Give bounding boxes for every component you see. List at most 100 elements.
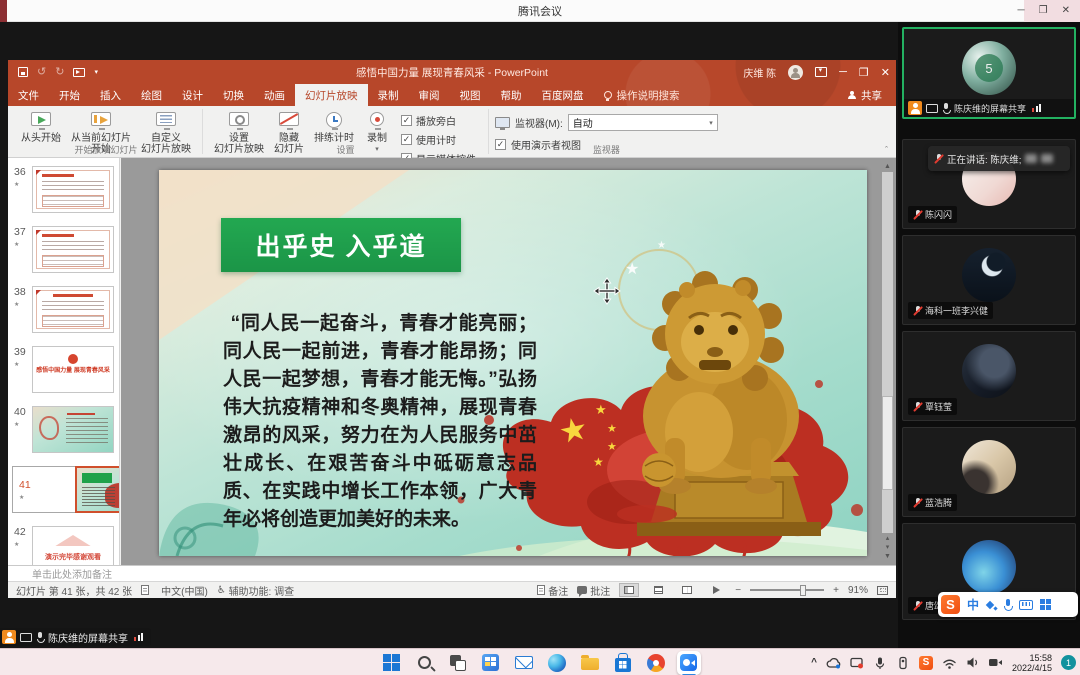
- tab-animations[interactable]: 动画: [254, 84, 295, 106]
- slide-canvas[interactable]: ★ ★ ★ ★ ★: [121, 158, 896, 565]
- slide-title-box[interactable]: 出乎史 入乎道: [221, 218, 461, 272]
- microsoft-store-button[interactable]: [611, 651, 635, 675]
- show-hidden-icons-chevron[interactable]: ^: [811, 657, 817, 668]
- taskbar-clock[interactable]: 15:58 2022/4/15: [1012, 653, 1052, 673]
- screen-recording-icon[interactable]: [850, 656, 864, 669]
- edge-button[interactable]: [545, 651, 569, 675]
- sogou-logo-icon[interactable]: S: [941, 595, 960, 614]
- tab-slideshow[interactable]: 幻灯片放映: [295, 84, 368, 106]
- slide-body-text[interactable]: “同人民一起奋斗，青春才能亮丽；同人民一起前进，青春才能昂扬；同人民一起梦想，青…: [223, 310, 537, 534]
- zoom-out-button[interactable]: −: [735, 585, 741, 596]
- slide-thumbnail-40[interactable]: 40★: [12, 406, 117, 453]
- language-indicator[interactable]: 中文(中国): [161, 583, 208, 598]
- ribbon-display-options-icon[interactable]: [815, 67, 827, 77]
- slideshow-view-button[interactable]: [706, 583, 726, 597]
- rehearse-timings-button[interactable]: 排练计时: [309, 109, 359, 146]
- start-button[interactable]: [380, 651, 404, 675]
- tab-draw[interactable]: 绘图: [131, 84, 172, 106]
- ppt-minimize-icon[interactable]: ─: [839, 66, 847, 78]
- minimize-icon[interactable]: ─: [1018, 6, 1025, 16]
- normal-view-button[interactable]: [619, 583, 639, 597]
- previous-slide-icon[interactable]: ▴: [886, 534, 890, 543]
- input-menu-icon[interactable]: [1040, 599, 1051, 610]
- scroll-down-icon[interactable]: ▼: [884, 552, 891, 561]
- onedrive-cloud-icon[interactable]: [826, 656, 841, 669]
- customize-qat-icon[interactable]: ▾: [94, 69, 98, 76]
- microphone-tray-icon[interactable]: [873, 656, 887, 670]
- thumbnail-preview[interactable]: [75, 466, 120, 513]
- slideshow-icon[interactable]: [73, 68, 85, 77]
- slide-thumbnail-38[interactable]: 38★: [12, 286, 117, 333]
- slide-thumbnail-37[interactable]: 37★: [12, 226, 117, 273]
- undo-icon[interactable]: ↺: [37, 67, 46, 78]
- ppt-restore-icon[interactable]: ❐: [859, 66, 869, 79]
- thumbnail-preview[interactable]: [32, 406, 114, 453]
- scrollbar-thumb[interactable]: [882, 396, 893, 490]
- fit-to-window-icon[interactable]: [877, 586, 888, 595]
- tab-record[interactable]: 录制: [368, 84, 409, 106]
- chinese-mode-icon[interactable]: 中: [967, 596, 979, 613]
- tencent-meeting-button-active[interactable]: [677, 651, 701, 675]
- spell-check-button[interactable]: [141, 585, 152, 595]
- thumbnail-preview[interactable]: 演示完毕感谢观看: [32, 526, 114, 565]
- current-slide[interactable]: ★ ★ ★ ★ ★: [159, 170, 867, 556]
- comments-toggle[interactable]: 批注: [577, 583, 610, 598]
- sogou-tools-icon[interactable]: [986, 600, 996, 610]
- tab-view[interactable]: 视图: [450, 84, 491, 106]
- slide-thumbnail-42[interactable]: 42★ 演示完毕感谢观看: [12, 526, 117, 565]
- vertical-scrollbar[interactable]: ▲ ▴ ▾ ▼: [881, 162, 894, 561]
- thumbnail-preview[interactable]: 感悟中国力量 展现青春风采: [32, 346, 114, 393]
- tab-insert[interactable]: 插入: [90, 84, 131, 106]
- file-explorer-button[interactable]: [578, 651, 602, 675]
- tab-baidu-netdisk[interactable]: 百度网盘: [532, 84, 594, 106]
- voice-input-icon[interactable]: [1003, 599, 1012, 611]
- save-icon[interactable]: [18, 67, 28, 77]
- presenter-remote-icon[interactable]: [896, 656, 910, 670]
- slide-thumbnail-39[interactable]: 39★ 感悟中国力量 展现青春风采: [12, 346, 117, 393]
- share-button[interactable]: 共享: [833, 84, 896, 106]
- slide-thumbnail-36[interactable]: 36★: [12, 166, 117, 213]
- restore-icon[interactable]: ❐: [1039, 6, 1048, 16]
- participant-tile[interactable]: 蓝浩腾: [902, 427, 1076, 517]
- wps-office-button[interactable]: [644, 651, 668, 675]
- from-beginning-button[interactable]: 从头开始: [16, 109, 66, 146]
- redo-icon[interactable]: ↻: [55, 67, 64, 78]
- tell-me-search[interactable]: 操作说明搜索: [594, 84, 690, 106]
- participant-tile[interactable]: 海科一班李兴健: [902, 235, 1076, 325]
- thumbnail-preview[interactable]: [32, 226, 114, 273]
- tab-design[interactable]: 设计: [172, 84, 213, 106]
- zoom-level[interactable]: 91%: [848, 585, 868, 596]
- tab-help[interactable]: 帮助: [491, 84, 532, 106]
- participant-tile-screen-share[interactable]: 5 陈庆维的屏幕共享: [902, 27, 1076, 119]
- screen-share-banner[interactable]: 陈庆维的屏幕共享: [0, 628, 151, 646]
- thumbnail-preview[interactable]: [32, 166, 114, 213]
- monitor-select[interactable]: 自动 ▾: [568, 114, 718, 131]
- ppt-close-icon[interactable]: ✕: [881, 66, 890, 79]
- collapse-ribbon-icon[interactable]: ˆ: [885, 145, 888, 155]
- tab-file[interactable]: 文件: [8, 84, 49, 106]
- task-view-button[interactable]: [446, 651, 470, 675]
- slide-thumbnail-panel[interactable]: 36★ 37★ 38★ 39★ 感悟中国力量 展现青春风采: [8, 158, 120, 565]
- notification-badge[interactable]: 1: [1061, 655, 1076, 670]
- next-slide-icon[interactable]: ▾: [886, 543, 890, 552]
- widgets-button[interactable]: [479, 651, 503, 675]
- notes-area[interactable]: 单击此处添加备注: [8, 565, 896, 581]
- scroll-up-icon[interactable]: ▲: [884, 162, 891, 171]
- account-name[interactable]: 庆维 陈: [743, 65, 776, 80]
- mail-button[interactable]: [512, 651, 536, 675]
- speaker-icon[interactable]: [966, 656, 979, 669]
- accessibility-button[interactable]: ♿ 辅助功能: 调查: [217, 583, 294, 598]
- notes-toggle[interactable]: 备注: [537, 583, 568, 598]
- camera-icon[interactable]: [988, 656, 1003, 669]
- play-narrations-checkbox[interactable]: ✓ 播放旁白: [401, 113, 476, 128]
- scrollbar-track[interactable]: [882, 172, 893, 533]
- sogou-tray-icon[interactable]: S: [919, 656, 933, 670]
- thumbnail-preview[interactable]: [32, 286, 114, 333]
- slide-sorter-view-button[interactable]: [648, 583, 668, 597]
- close-icon[interactable]: ✕: [1062, 6, 1070, 16]
- account-avatar[interactable]: [788, 65, 803, 80]
- zoom-slider-thumb[interactable]: [800, 585, 806, 596]
- soft-keyboard-icon[interactable]: [1019, 600, 1033, 610]
- slide-thumbnail-41-selected[interactable]: 41★: [12, 466, 120, 513]
- tab-home[interactable]: 开始: [49, 84, 90, 106]
